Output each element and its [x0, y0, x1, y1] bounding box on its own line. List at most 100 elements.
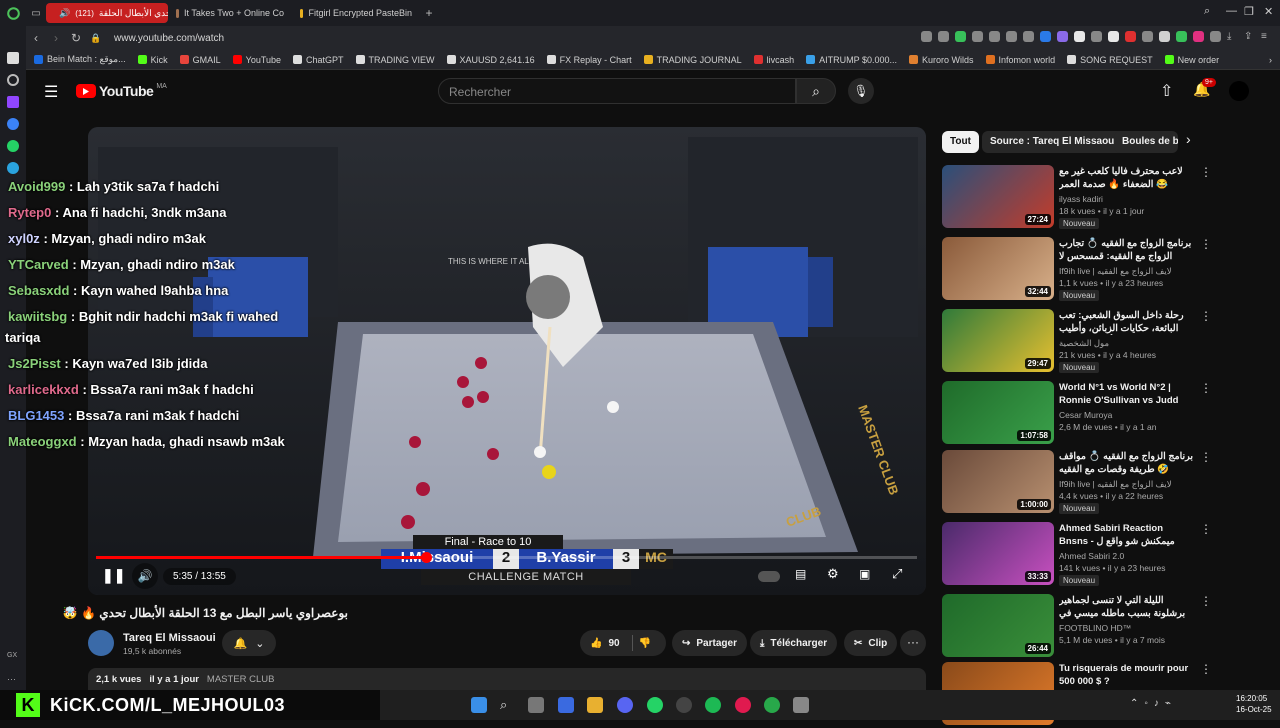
- extension-icon[interactable]: [972, 31, 983, 42]
- more-options-icon[interactable]: ⋮: [1200, 165, 1212, 179]
- progress-bar[interactable]: [96, 552, 917, 563]
- whatsapp-taskbar-icon[interactable]: [647, 697, 663, 713]
- menu-icon[interactable]: ≡: [1261, 31, 1272, 42]
- extension-icon[interactable]: [938, 31, 949, 42]
- more-options-icon[interactable]: ⋮: [1200, 381, 1212, 395]
- extension-icon[interactable]: [1040, 31, 1051, 42]
- volume-icon[interactable]: 🔊: [132, 563, 158, 589]
- recommendation-item[interactable]: 27:24 لاعب محترف فاليا كلعب غير مع الضعفا…: [942, 165, 1212, 231]
- start-icon[interactable]: [471, 697, 487, 713]
- description-box[interactable]: 2,1 k vues il y a 1 jour MASTER CLUB: [88, 668, 926, 692]
- share-icon[interactable]: ⇪: [1244, 31, 1255, 42]
- more-options-icon[interactable]: ⋮: [1200, 309, 1212, 323]
- bookmarks-more-icon[interactable]: ›: [1269, 55, 1272, 65]
- extensions-icon[interactable]: [1210, 31, 1221, 42]
- bookmark-item[interactable]: XAUUSD 2,641.16: [446, 55, 535, 65]
- thumbs-down-icon[interactable]: 👎: [639, 638, 651, 649]
- download-icon[interactable]: ⤓: [1227, 31, 1238, 42]
- extension-icon[interactable]: [1023, 31, 1034, 42]
- whatsapp-icon[interactable]: [7, 140, 19, 152]
- bookmark-item[interactable]: Bein Match : موقع...: [34, 54, 126, 65]
- more-options-icon[interactable]: ⋮: [1200, 450, 1212, 464]
- recommendation-channel[interactable]: Cesar Muroya: [1059, 410, 1112, 420]
- recommendation-title[interactable]: برنامج الزواج مع الفقيه 💍 مواقف طريفة وق…: [1059, 450, 1194, 476]
- hamburger-menu-icon[interactable]: ☰: [44, 82, 58, 102]
- bookmark-item[interactable]: YouTube: [232, 55, 281, 65]
- channel-avatar[interactable]: [88, 630, 114, 656]
- recommendation-thumbnail[interactable]: 27:24: [942, 165, 1054, 228]
- upload-icon[interactable]: ⇧: [1160, 81, 1173, 101]
- twitch-icon[interactable]: [7, 96, 19, 108]
- youtube-logo[interactable]: YouTube MA: [76, 83, 167, 99]
- extension-icon[interactable]: [1142, 31, 1153, 42]
- bookmark-item[interactable]: livcash: [753, 55, 794, 65]
- recommendation-item[interactable]: 1:07:58 World N°1 vs World N°2 | Ronnie O…: [942, 381, 1212, 447]
- autoplay-toggle[interactable]: [758, 571, 780, 582]
- recommendation-thumbnail[interactable]: 33:33: [942, 522, 1054, 585]
- more-icon[interactable]: ···: [7, 674, 19, 686]
- extension-icon[interactable]: [1125, 31, 1136, 42]
- recommendation-title[interactable]: Tu risquerais de mourir pour 500 000 $ ?: [1059, 662, 1194, 688]
- app-icon[interactable]: [676, 697, 692, 713]
- extension-icon[interactable]: [955, 31, 966, 42]
- subtitles-icon[interactable]: ▤: [795, 567, 806, 581]
- system-tray[interactable]: ⌃◦♪⌁: [1130, 698, 1177, 709]
- recommendation-channel[interactable]: FOOTBLINO HD™: [1059, 623, 1131, 633]
- bookmark-item[interactable]: FX Replay - Chart: [546, 55, 632, 65]
- tab-it-takes-two[interactable]: It Takes Two + Online Co: [168, 3, 292, 23]
- extension-icon[interactable]: [1057, 31, 1068, 42]
- bookmark-item[interactable]: TRADING JOURNAL: [643, 55, 742, 65]
- new-tab-button[interactable]: +: [420, 6, 438, 20]
- bookmark-item[interactable]: Kick: [137, 55, 168, 65]
- chip-source[interactable]: Source : Tareq El Missaoui: [982, 131, 1126, 153]
- miniplayer-icon[interactable]: ▣: [859, 567, 870, 581]
- tab-menu-icon[interactable]: ▭: [26, 8, 46, 19]
- more-options-icon[interactable]: ⋮: [1200, 237, 1212, 251]
- app-icon[interactable]: [764, 697, 780, 713]
- opera-gx-icon[interactable]: [735, 697, 751, 713]
- recommendation-channel[interactable]: مول الشخصية: [1059, 338, 1109, 349]
- recommendation-channel[interactable]: If9ih live | لايف الزواج مع الفقيه: [1059, 266, 1172, 277]
- aria-icon[interactable]: [7, 52, 19, 64]
- tab-fitgirl[interactable]: Fitgirl Encrypted PasteBin: [292, 3, 420, 23]
- extension-icon[interactable]: [921, 31, 932, 42]
- recommendation-thumbnail[interactable]: 1:00:00: [942, 450, 1054, 513]
- more-actions-button[interactable]: ···: [900, 630, 926, 656]
- task-view-icon[interactable]: [528, 697, 544, 713]
- file-explorer-icon[interactable]: [587, 697, 603, 713]
- avatar[interactable]: [1229, 81, 1249, 101]
- app-icon[interactable]: [793, 697, 809, 713]
- recommendation-title[interactable]: برنامج الزواج مع الفقيه 💍 تجارب الزواج م…: [1059, 237, 1194, 263]
- bookmark-item[interactable]: New order: [1164, 55, 1219, 65]
- recommendation-item[interactable]: 26:44 الليلة التي لا تنسى لجماهير برشلونة…: [942, 594, 1212, 660]
- recommendation-thumbnail[interactable]: 32:44: [942, 237, 1054, 300]
- messenger-icon[interactable]: [7, 118, 19, 130]
- bookmark-item[interactable]: Kuroro Wilds: [909, 55, 974, 65]
- recommendation-title[interactable]: رحلة داخل السوق الشعبي: تعب البائعة، حكا…: [1059, 309, 1194, 335]
- extension-icon[interactable]: [1176, 31, 1187, 42]
- extension-icon[interactable]: [989, 31, 1000, 42]
- extension-icon[interactable]: [1159, 31, 1170, 42]
- bookmark-item[interactable]: Infomon world: [985, 55, 1055, 65]
- channel-name[interactable]: Tareq El Missaoui: [123, 632, 216, 644]
- video-player[interactable]: THIS IS WHERE IT ALL STARTED MASTER CLUB…: [88, 127, 926, 595]
- fullscreen-icon[interactable]: ⤢: [892, 566, 902, 582]
- settings-gear-icon[interactable]: ⚙: [827, 566, 839, 582]
- recommendation-item[interactable]: 29:47 رحلة داخل السوق الشعبي: تعب البائعة…: [942, 309, 1212, 375]
- more-options-icon[interactable]: ⋮: [1200, 594, 1212, 608]
- recommendation-title[interactable]: Ahmed Sabiri Reaction Bnsns - ميمكنش شو …: [1059, 522, 1194, 548]
- opera-logo-icon[interactable]: [0, 0, 26, 26]
- search-input[interactable]: Rechercher: [438, 78, 796, 104]
- bookmark-item[interactable]: TRADING VIEW: [355, 55, 435, 65]
- recommendation-channel[interactable]: If9ih live | لايف الزواج مع الفقيه: [1059, 479, 1172, 490]
- pause-icon[interactable]: ❚❚: [102, 567, 125, 584]
- extension-icon[interactable]: [1108, 31, 1119, 42]
- extension-icon[interactable]: [1006, 31, 1017, 42]
- widgets-icon[interactable]: [558, 697, 574, 713]
- search-button[interactable]: ⌕: [796, 78, 836, 104]
- chips-next-icon[interactable]: ›: [1186, 131, 1191, 147]
- search-icon[interactable]: ⌕: [500, 697, 516, 713]
- recommendation-title[interactable]: الليلة التي لا تنسى لجماهير برشلونة بسبب…: [1059, 594, 1194, 620]
- share-button[interactable]: ↪ Partager: [672, 630, 747, 656]
- download-button[interactable]: ⤓ Télécharger: [750, 630, 838, 656]
